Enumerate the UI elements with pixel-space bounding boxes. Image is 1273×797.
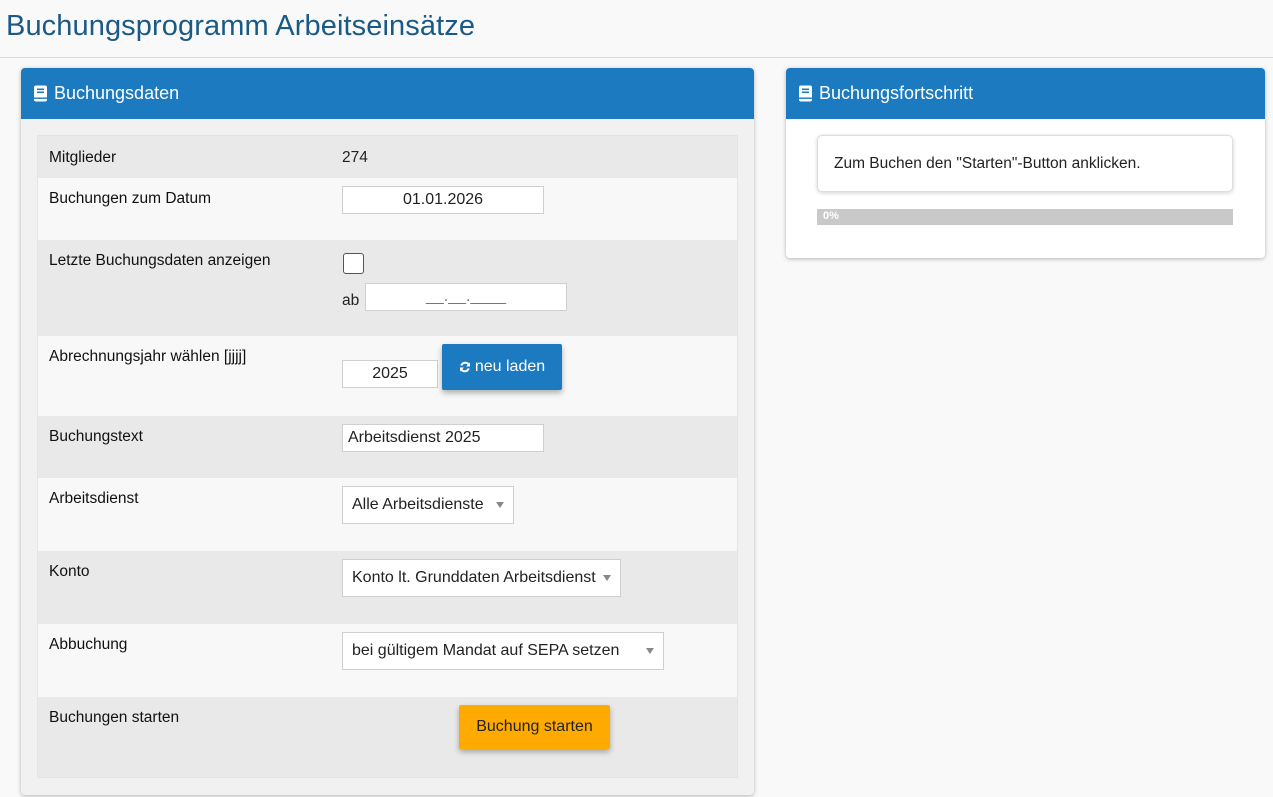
booking-progress-panel: Buchungsfortschritt Zum Buchen den "Star… [786,68,1265,258]
work-service-select[interactable]: Alle Arbeitsdienste [342,486,514,524]
booking-form: Mitglieder 274 Buchungen zum Datum Letzt… [37,135,738,778]
members-row: Mitglieder 274 [38,136,737,178]
work-service-row: Arbeitsdienst Alle Arbeitsdienste [38,478,737,551]
ab-label: ab [342,292,360,309]
progress-bar-label: 0% [823,210,839,222]
booking-data-panel-title: Buchungsdaten [54,83,180,103]
members-label: Mitglieder [49,149,117,166]
booking-data-panel: Buchungsdaten Mitglieder 274 Buchungen z… [21,68,754,795]
booking-date-row: Buchungen zum Datum [38,178,737,240]
debit-row: Abbuchung bei gültigem Mandat auf SEPA s… [38,624,737,697]
reload-button-label: neu laden [474,358,546,375]
reload-button[interactable]: neu laden [442,344,562,390]
page-title: Buchungsprogramm Arbeitseinsätze [6,10,476,42]
booking-text-row: Buchungstext [38,416,737,478]
booking-progress-panel-heading: Buchungsfortschritt [786,68,1265,119]
start-booking-label: Buchungen starten [49,709,180,726]
last-booking-label: Letzte Buchungsdaten anzeigen [49,252,271,269]
ab-date-input[interactable] [365,283,567,311]
progress-bar: 0% [817,209,1233,225]
debit-select[interactable]: bei gültigem Mandat auf SEPA setzen [342,632,664,670]
chevron-down-icon [496,502,504,508]
progress-message: Zum Buchen den "Starten"-Button anklicke… [817,135,1233,192]
billing-year-row: Abrechnungsjahr wählen [jjjj] neu laden [38,336,737,416]
work-service-selected: Alle Arbeitsdienste [352,496,484,513]
start-booking-button[interactable]: Buchung starten [459,705,610,749]
work-service-label: Arbeitsdienst [49,490,139,507]
booking-text-input[interactable] [342,424,544,452]
booking-date-label: Buchungen zum Datum [49,190,211,207]
chevron-down-icon [603,575,611,581]
last-booking-row: Letzte Buchungsdaten anzeigen ab [38,240,737,336]
debit-selected: bei gültigem Mandat auf SEPA setzen [352,642,620,659]
show-last-booking-checkbox[interactable] [343,253,364,274]
booking-text-label: Buchungstext [49,428,143,445]
start-booking-row: Buchungen starten Buchung starten [38,697,737,777]
refresh-icon [459,361,470,373]
billing-year-input[interactable] [342,360,438,388]
debit-label: Abbuchung [49,636,128,653]
members-count: 274 [342,149,368,166]
book-icon [799,85,812,102]
page-header: Buchungsprogramm Arbeitseinsätze [0,0,1273,58]
account-select[interactable]: Konto lt. Grunddaten Arbeitsdienst [342,559,621,597]
book-icon [34,85,47,102]
account-label: Konto [49,563,90,580]
booking-date-input[interactable] [342,186,544,214]
booking-data-panel-heading: Buchungsdaten [21,68,754,119]
account-row: Konto Konto lt. Grunddaten Arbeitsdienst [38,551,737,624]
chevron-down-icon [646,648,654,654]
billing-year-label: Abrechnungsjahr wählen [jjjj] [49,348,247,365]
booking-progress-panel-title: Buchungsfortschritt [819,83,974,103]
account-selected: Konto lt. Grunddaten Arbeitsdienst [352,569,596,586]
